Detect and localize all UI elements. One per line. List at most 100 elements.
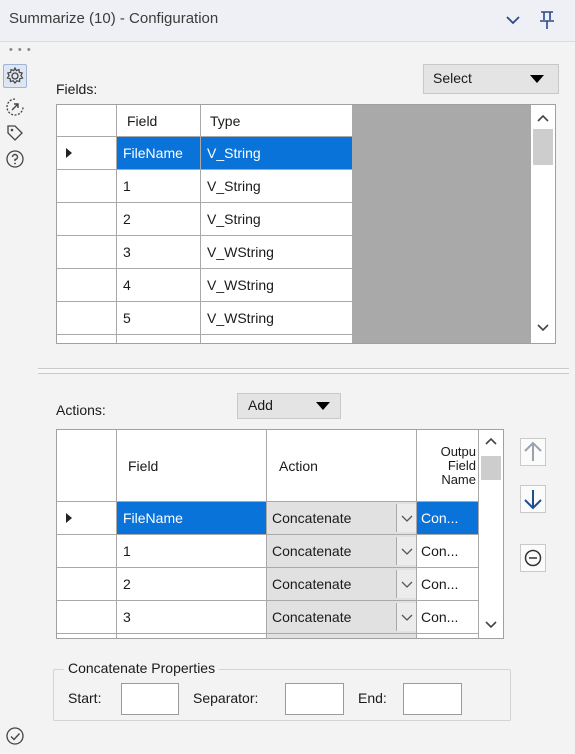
concatenate-properties-title: Concatenate Properties [64,660,220,676]
action-combo[interactable]: Concatenate [267,568,417,601]
output-header-line: Outpu [440,443,476,459]
scroll-thumb[interactable] [481,456,501,480]
column-header-output-field-name[interactable]: Outpu Field Name [417,430,479,502]
action-combo[interactable]: Concatenate [267,601,417,634]
end-input[interactable] [403,683,462,715]
row-header[interactable] [57,236,117,269]
table-cell-type[interactable]: V_String [201,137,353,170]
column-header-field[interactable]: Field [117,105,201,137]
action-value: Concatenate [272,510,352,526]
grid-corner [57,430,117,502]
table-cell-field[interactable]: 4 [117,269,201,302]
start-label: Start: [68,690,102,706]
row-header[interactable] [57,535,117,568]
chevron-down-icon[interactable] [502,9,524,31]
end-label: End: [358,690,387,706]
table-cell-field [117,335,201,343]
table-cell-field[interactable]: 5 [117,302,201,335]
combo-dropdown-button[interactable] [396,603,416,631]
row-header[interactable] [57,269,117,302]
table-cell-field[interactable]: 3 [117,601,267,634]
current-row-arrow-icon [66,513,72,523]
caret-down-icon [316,402,330,410]
arrow-up-icon [524,441,542,461]
table-cell-output [417,634,479,638]
row-header-selected[interactable] [57,137,117,170]
column-header-type[interactable]: Type [201,105,353,137]
panel-splitter[interactable] [38,368,569,374]
combo-dropdown-button[interactable] [396,504,416,532]
arrow-down-icon [524,490,542,510]
caret-down-icon [530,75,544,83]
grid-corner [57,105,117,137]
scroll-up-icon[interactable] [483,434,499,450]
move-down-button[interactable] [520,485,546,513]
table-cell-field[interactable]: 1 [117,170,201,203]
separator-input[interactable] [285,683,344,715]
actions-label: Actions: [56,402,106,418]
help-icon[interactable] [5,149,25,169]
table-cell-field[interactable]: 2 [117,203,201,236]
actions-scrollbar[interactable] [479,430,503,638]
table-cell-field[interactable]: 2 [117,568,267,601]
table-cell-output[interactable]: Con... [417,535,479,568]
remove-action-button[interactable] [520,544,546,572]
scroll-down-icon[interactable] [483,616,499,632]
scroll-down-icon[interactable] [535,319,551,335]
start-input[interactable] [121,683,179,715]
action-combo[interactable]: Concatenate [267,535,417,568]
table-cell-type[interactable]: V_String [201,203,353,236]
gear-icon[interactable] [3,64,27,88]
fields-grid[interactable]: Field Type FileName V_String 1 V_String … [56,104,556,344]
column-header-field[interactable]: Field [117,430,267,502]
output-header-line: Field [447,457,476,473]
table-cell-type[interactable]: V_WString [201,236,353,269]
row-header[interactable] [57,302,117,335]
table-cell-field[interactable]: 1 [117,535,267,568]
row-header-selected[interactable] [57,502,117,535]
select-label: Select [433,70,472,86]
add-label: Add [248,397,273,413]
scroll-thumb[interactable] [533,129,553,165]
check-circle-icon[interactable] [5,726,25,746]
row-header[interactable] [57,601,117,634]
tag-icon[interactable] [5,123,25,143]
window-title: Summarize (10) - Configuration [9,10,219,27]
action-value: Concatenate [272,609,352,625]
action-combo[interactable]: Concatenate [267,502,417,535]
move-up-button[interactable] [520,438,546,466]
overflow-dots-icon[interactable]: • • • [9,44,32,56]
combo-dropdown-button[interactable] [396,570,416,598]
table-cell-output[interactable]: Con... [417,601,479,634]
minus-circle-icon [524,549,542,567]
row-header[interactable] [57,568,117,601]
fields-scrollbar[interactable] [531,105,555,343]
scroll-up-icon[interactable] [535,111,551,127]
pin-icon[interactable] [536,9,558,31]
combo-dropdown-button[interactable] [396,537,416,565]
table-cell-field[interactable]: FileName [117,502,267,535]
actions-grid[interactable]: Field Action Outpu Field Name FileName C… [56,429,504,639]
chevron-down-icon [401,614,413,621]
table-cell-field [117,634,267,638]
row-header[interactable] [57,170,117,203]
chevron-down-icon [401,581,413,588]
table-cell-field[interactable]: 3 [117,236,201,269]
table-cell-field[interactable]: FileName [117,137,201,170]
table-cell-output[interactable]: Con... [417,568,479,601]
output-header-line: Name [441,471,476,487]
table-cell-type[interactable]: V_WString [201,269,353,302]
table-cell-type [201,335,353,343]
row-header[interactable] [57,203,117,236]
row-header [57,335,117,343]
table-cell-type[interactable]: V_WString [201,302,353,335]
table-cell-type[interactable]: V_String [201,170,353,203]
select-dropdown[interactable]: Select [423,64,559,94]
add-dropdown[interactable]: Add [237,393,341,419]
table-cell-output[interactable]: Con... [417,502,479,535]
dial-arrow-icon[interactable] [5,97,25,117]
separator-label: Separator: [193,690,259,706]
row-header [57,634,117,638]
chevron-down-icon [401,515,413,522]
column-header-action[interactable]: Action [267,430,417,502]
